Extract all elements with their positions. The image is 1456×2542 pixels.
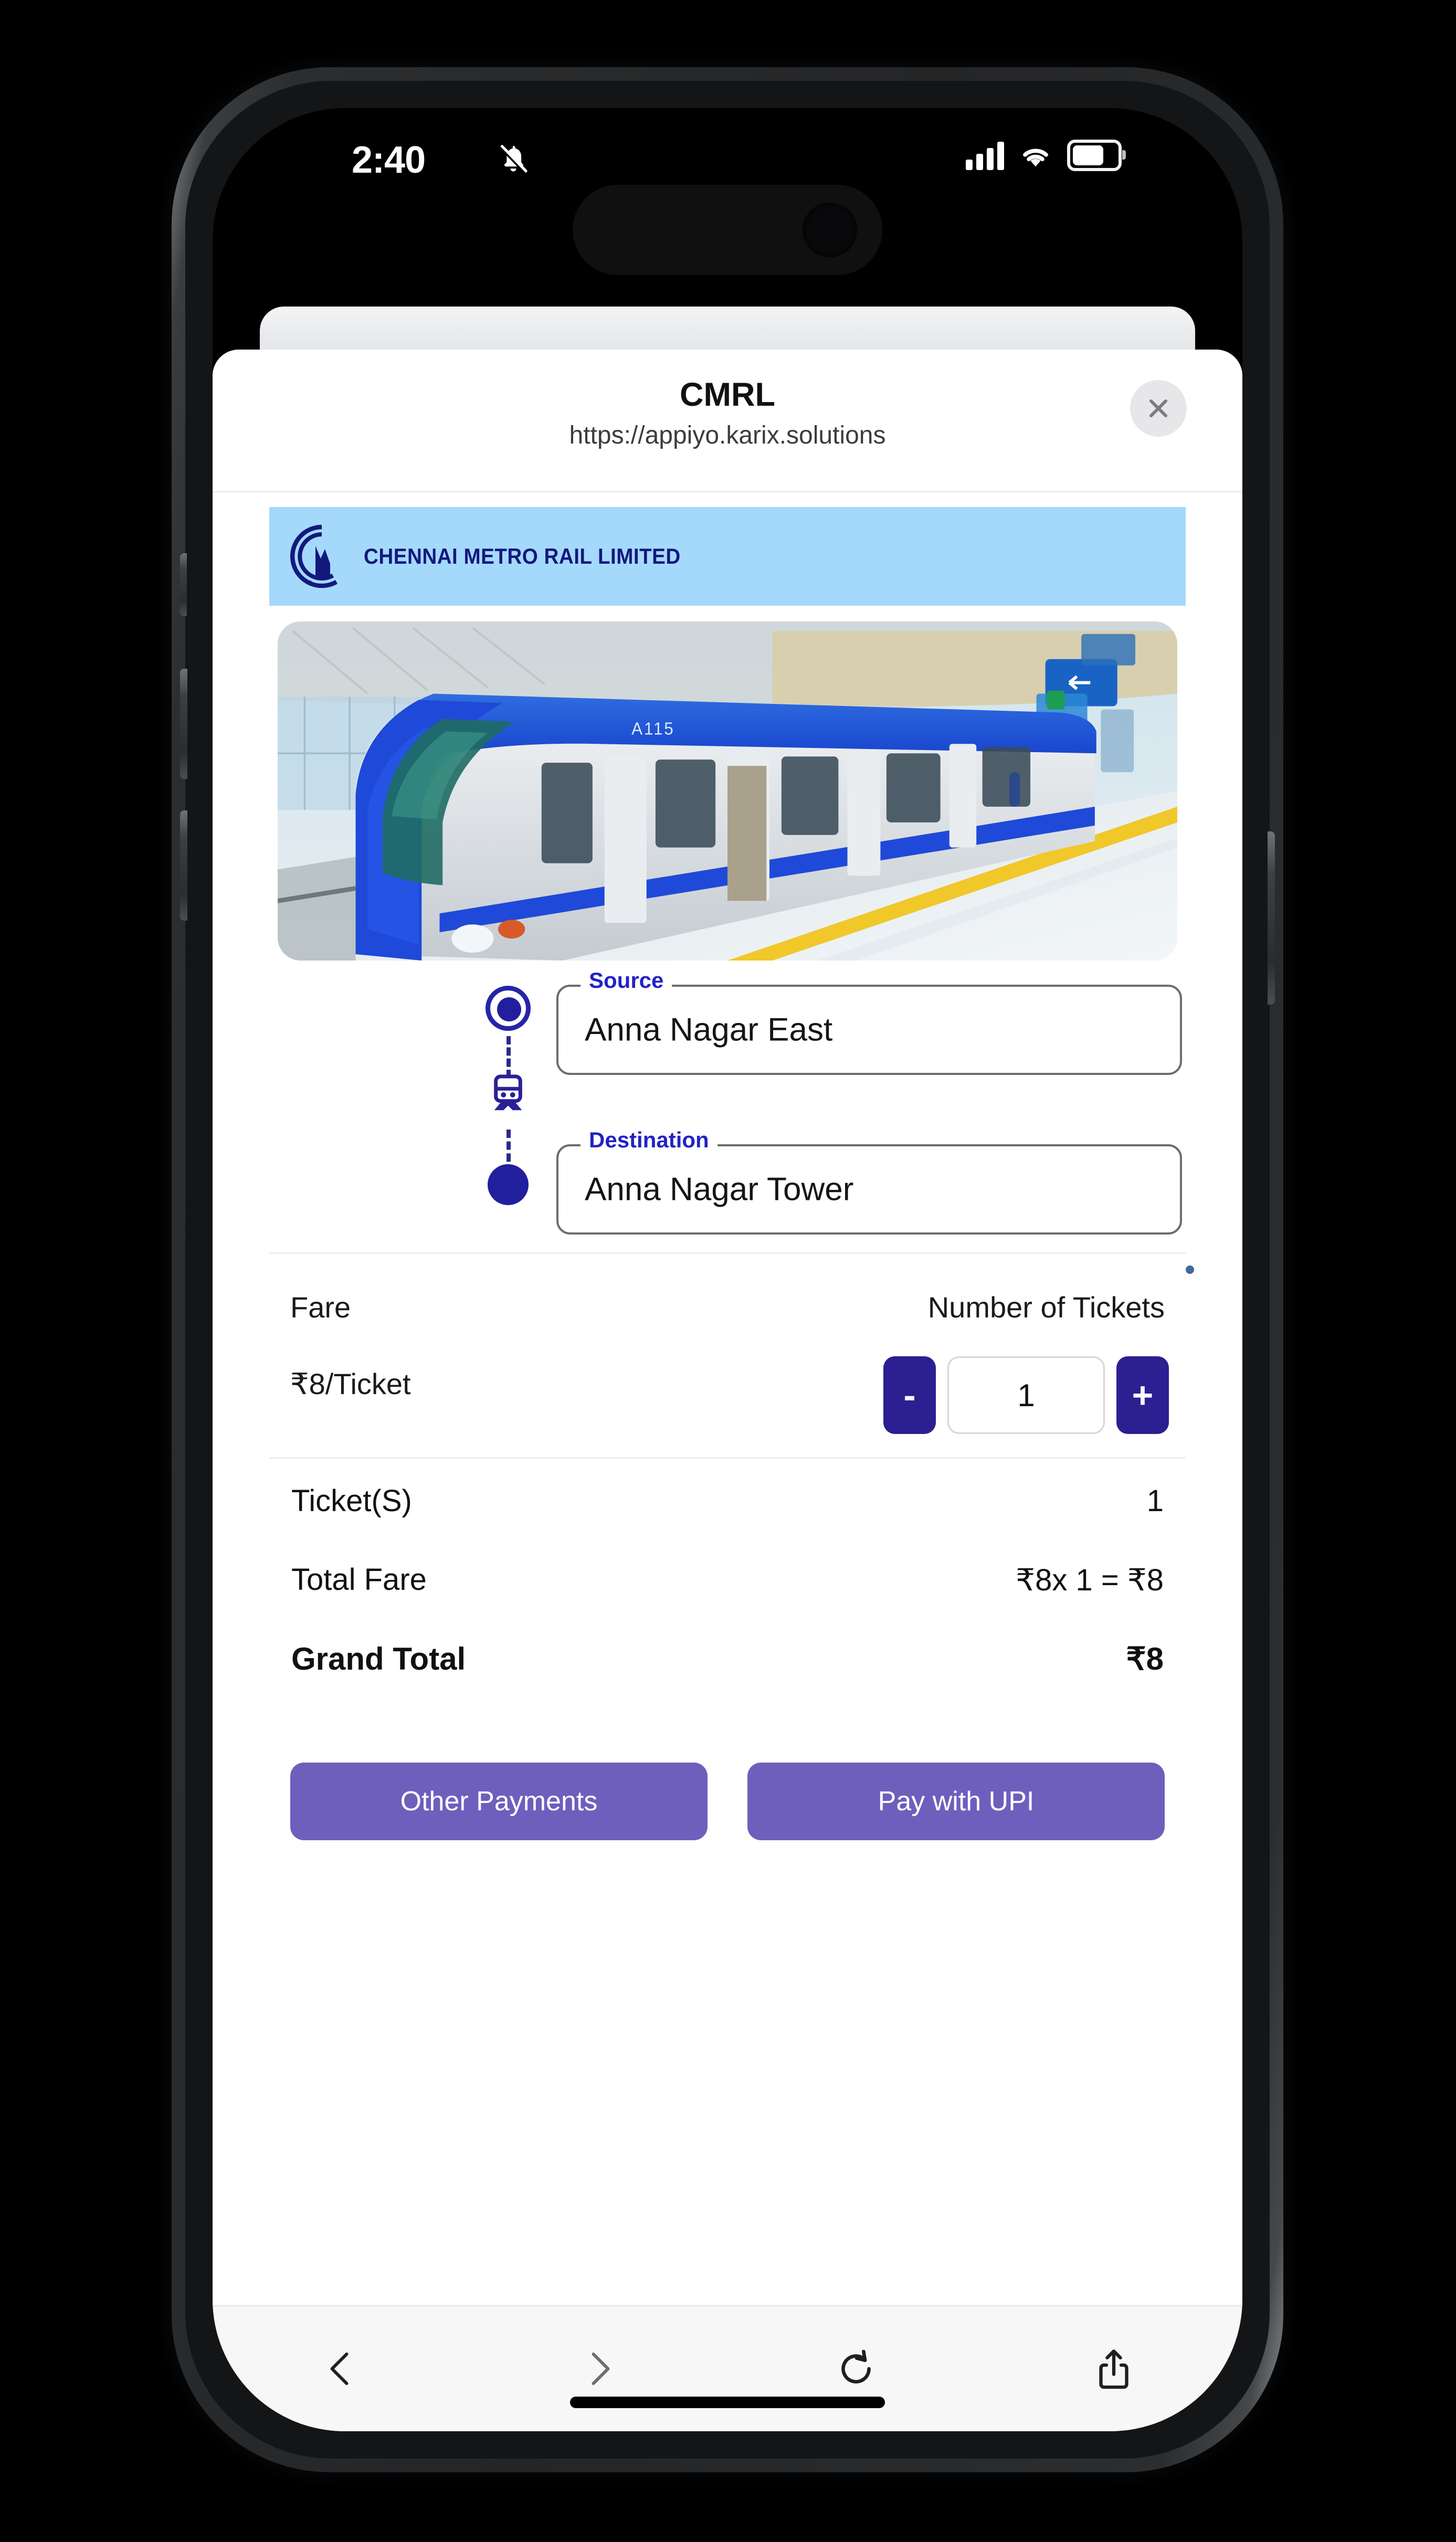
increment-button[interactable]: + [1116,1356,1169,1434]
browser-toolbar [213,2305,1242,2431]
other-payments-button[interactable]: Other Payments [290,1763,708,1840]
status-indicators [966,140,1126,171]
battery-icon [1067,140,1126,171]
forward-chevron-icon [592,2353,610,2385]
divider-bottom [269,1457,1186,1459]
quantity-input[interactable]: 1 [947,1356,1105,1434]
svg-text:A115: A115 [631,719,674,739]
divider-top [269,1252,1186,1254]
brand-name: CHENNAI METRO RAIL LIMITED [364,544,681,568]
destination-marker-icon [488,1164,529,1205]
source-value: Anna Nagar East [585,1011,833,1048]
train-icon [494,1074,522,1111]
phone-bezel: 2:40 CMRL https://appiyo.karix.solutions… [180,81,1275,2459]
dynamic-island [573,185,882,275]
phone-screen: 2:40 CMRL https://appiyo.karix.solutions… [213,108,1242,2431]
fare-section: Fare ₹8/Ticket Number of Tickets - 1 + [213,1290,1242,1448]
sheet-header: CMRL https://appiyo.karix.solutions [213,350,1242,492]
summary-row-total-fare: Total Fare ₹8x 1 = ₹8 [213,1562,1242,1641]
route-selector: Source Anna Nagar East Destination Anna … [213,968,1242,1242]
home-indicator[interactable] [570,2397,885,2408]
cmrl-logo-icon [290,524,338,588]
cellular-signal-icon [966,141,1004,170]
quantity-stepper: - 1 + [883,1356,1169,1434]
fare-label: Fare [290,1291,351,1324]
brand-banner: CHENNAI METRO RAIL LIMITED [269,507,1186,606]
grand-total-label: Grand Total [291,1641,466,1676]
destination-label: Destination [581,1127,718,1153]
back-chevron-icon [330,2353,349,2385]
close-icon [1149,399,1167,417]
summary-value: 1 [1146,1484,1164,1518]
page-title: CMRL [680,376,775,413]
power-button[interactable] [1268,831,1275,1005]
phone-device: 2:40 CMRL https://appiyo.karix.solutions… [172,67,1283,2472]
order-summary: Ticket(S) 1 Total Fare ₹8x 1 = ₹8 Grand … [213,1483,1242,1720]
destination-value: Anna Nagar Tower [585,1171,854,1208]
share-icon [1099,2349,1128,2389]
payment-actions: Other Payments Pay with UPI [213,1763,1242,1840]
bell-slash-icon [500,145,527,174]
mute-switch[interactable] [180,553,187,616]
tickets-label: Number of Tickets [927,1291,1165,1324]
volume-up-button[interactable] [180,669,187,779]
destination-input[interactable]: Destination Anna Nagar Tower [556,1127,1182,1235]
grand-total-value: ₹8 [1126,1641,1164,1676]
front-camera-icon [1186,1265,1194,1274]
web-view-sheet: CMRL https://appiyo.karix.solutions CHEN… [213,350,1242,2431]
pay-with-upi-button[interactable]: Pay with UPI [747,1763,1165,1840]
summary-key: Total Fare [291,1563,427,1597]
page-content: CHENNAI METRO RAIL LIMITED A115 Source A… [213,492,1242,2306]
metro-train-illustration: A115 [278,621,1177,961]
source-input[interactable]: Source Anna Nagar East [556,968,1182,1075]
wifi-icon [1023,149,1048,167]
source-marker-icon [486,986,531,1031]
fare-value: ₹8/Ticket [290,1367,411,1400]
reload-icon [841,2349,871,2383]
summary-key: Ticket(S) [291,1484,412,1518]
summary-row-grand-total: Grand Total ₹8 [213,1641,1242,1720]
close-button[interactable] [1130,380,1187,437]
volume-down-button[interactable] [180,810,187,921]
source-label: Source [581,968,672,993]
back-button[interactable] [213,2344,470,2394]
reload-button[interactable] [727,2344,985,2394]
page-url: https://appiyo.karix.solutions [569,421,886,449]
metro-train-photo: A115 [278,621,1177,961]
forward-button[interactable] [470,2344,728,2394]
summary-value: ₹8x 1 = ₹8 [1016,1563,1164,1597]
status-time: 2:40 [352,139,426,181]
decrement-button[interactable]: - [883,1356,936,1434]
summary-row-tickets: Ticket(S) 1 [213,1483,1242,1562]
share-button[interactable] [985,2344,1243,2394]
